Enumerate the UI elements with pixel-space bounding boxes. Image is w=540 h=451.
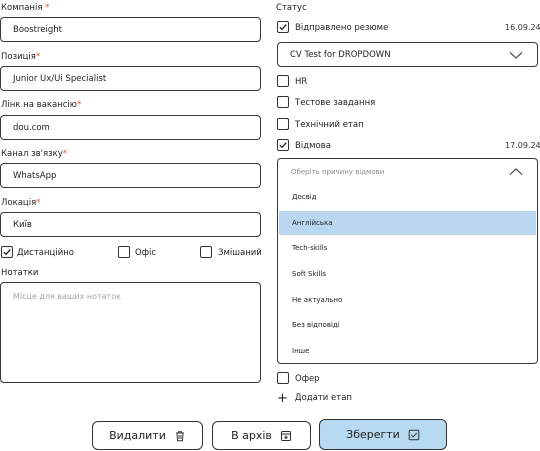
hr-label: HR — [295, 77, 308, 87]
delete-button[interactable]: Видалити — [92, 421, 203, 450]
rejection-label: Відмова — [295, 141, 331, 151]
resume-sent-checkbox[interactable] — [277, 21, 289, 33]
resume-sent-label: Відправлено резюме — [295, 23, 389, 33]
test-task-checkbox[interactable] — [277, 96, 289, 108]
status-label: Статус — [276, 3, 307, 13]
channel-label: Канал зв'язку* — [1, 149, 68, 159]
channel-value: WhatsApp — [13, 170, 57, 181]
rejection-option[interactable]: Soft Skills — [279, 262, 536, 286]
remote-checkbox[interactable] — [1, 246, 13, 258]
position-value: Junior Ux/Ui Specialist — [13, 73, 107, 84]
notes-textarea[interactable]: Місце для ваших нотаток — [0, 282, 261, 383]
channel-field[interactable]: WhatsApp — [0, 163, 261, 188]
chevron-down-icon — [509, 52, 523, 59]
test-task-label: Тестове завдання — [295, 98, 376, 108]
vacancy-link-label: Лінк на вакансію* — [1, 100, 82, 110]
position-field[interactable]: Junior Ux/Ui Specialist — [0, 66, 261, 91]
check-icon — [279, 24, 287, 31]
check-icon — [3, 249, 11, 256]
mixed-label: Змішаний — [218, 248, 262, 258]
check-icon — [279, 142, 287, 149]
remote-label: Дистанційно — [17, 248, 74, 258]
save-button[interactable]: Зберегти — [319, 419, 447, 450]
archive-button[interactable]: В архів — [212, 421, 311, 450]
rejection-date: 17.09.24 — [505, 141, 540, 150]
rejection-option[interactable]: Tech-skills — [279, 236, 536, 260]
position-label: Позиція* — [1, 52, 41, 62]
company-label: Компанія * — [1, 3, 50, 13]
save-button-label: Зберегти — [346, 428, 400, 441]
rejection-option[interactable]: Без відповіді — [279, 313, 536, 337]
vacancy-link-value: dou.com — [13, 122, 50, 133]
rejection-option-highlighted[interactable]: Англійська — [279, 211, 536, 235]
tech-stage-label: Технічний етап — [295, 120, 364, 130]
location-value: Київ — [13, 219, 32, 230]
mixed-checkbox[interactable] — [200, 246, 212, 258]
checkbox-check-icon — [408, 429, 420, 440]
tech-stage-checkbox[interactable] — [277, 118, 289, 130]
rejection-option[interactable]: Не актуально — [279, 288, 536, 312]
notes-label: Нотатки — [1, 268, 39, 278]
rejection-checkbox[interactable] — [277, 139, 289, 151]
add-stage-button[interactable]: + Додати етап — [277, 390, 352, 406]
chevron-up-icon — [509, 168, 523, 175]
rejection-option[interactable]: Досвід — [279, 185, 536, 209]
rejection-reason-placeholder: Оберіть причину відмови — [291, 168, 385, 176]
hr-checkbox[interactable] — [277, 75, 289, 87]
cv-select[interactable]: CV Test for DROPDOWN — [277, 42, 538, 67]
archive-icon — [280, 430, 291, 441]
office-label: Офіс — [135, 248, 156, 258]
resume-sent-date: 16.09.24 — [505, 23, 540, 32]
rejection-reason-dropdown[interactable]: Оберіть причину відмови Досвід Англійськ… — [277, 158, 538, 364]
archive-button-label: В архів — [231, 429, 272, 442]
notes-placeholder: Місце для ваших нотаток — [13, 292, 121, 301]
location-field[interactable]: Київ — [0, 212, 261, 237]
delete-button-label: Видалити — [109, 429, 166, 442]
offer-checkbox[interactable] — [277, 372, 289, 384]
company-value: Boostreight — [13, 24, 63, 35]
trash-icon — [175, 430, 184, 441]
vacancy-link-field[interactable]: dou.com — [0, 115, 261, 140]
location-label: Локація* — [1, 198, 41, 208]
cv-select-value: CV Test for DROPDOWN — [290, 49, 391, 60]
office-checkbox[interactable] — [118, 246, 130, 258]
company-field[interactable]: Boostreight — [0, 17, 261, 42]
plus-icon: + — [277, 390, 288, 406]
rejection-option[interactable]: Інше — [279, 339, 536, 363]
add-stage-label: Додати етап — [294, 393, 352, 403]
offer-label: Офер — [295, 374, 320, 384]
